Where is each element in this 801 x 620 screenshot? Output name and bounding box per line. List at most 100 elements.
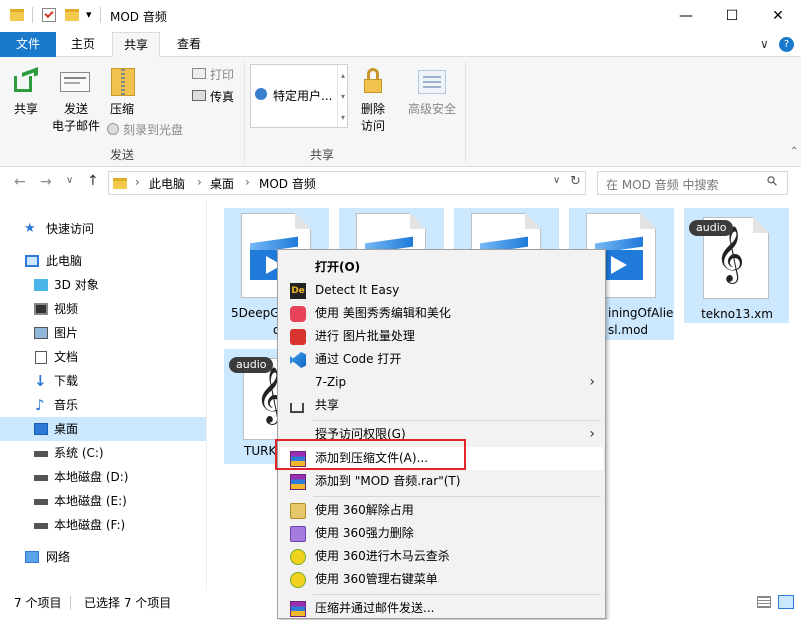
search-box[interactable]: 在 MOD 音频 中搜索 ⚲	[597, 171, 788, 195]
up-button[interactable]: ↑	[87, 173, 99, 189]
details-view-icon[interactable]	[757, 596, 771, 608]
zip-button[interactable]: 压缩	[102, 101, 142, 118]
submenu-arrow-icon: ›	[589, 374, 595, 390]
menu-item-detect-it-easy[interactable]: De Detect It Easy	[280, 279, 603, 302]
search-icon[interactable]: ⚲	[764, 173, 781, 190]
remove-access-line2[interactable]: 访问	[352, 118, 394, 135]
divider	[465, 62, 466, 162]
share-icon[interactable]	[14, 67, 42, 94]
window-title: MOD 音频	[110, 10, 167, 24]
item-count: 7 个项目	[14, 596, 62, 610]
desktop-icon	[34, 423, 48, 435]
tab-home[interactable]: 主页	[59, 32, 107, 57]
properties-icon[interactable]	[42, 8, 56, 22]
email-button-line2[interactable]: 电子邮件	[46, 118, 106, 135]
sidebar-item-desktop[interactable]: 桌面	[0, 417, 206, 441]
lock-icon[interactable]	[364, 68, 382, 94]
fax-icon[interactable]	[192, 90, 206, 101]
menu-item-open-with-code[interactable]: 通过 Code 打开	[280, 348, 603, 371]
share-icon	[290, 403, 304, 413]
sidebar-item-quick-access[interactable]: ★ 快速访问	[0, 217, 206, 241]
search-input[interactable]: 在 MOD 音频 中搜索	[606, 176, 718, 193]
network-icon	[25, 551, 39, 563]
drive-icon	[34, 451, 48, 457]
zip-icon[interactable]	[111, 68, 135, 96]
ribbon-toggle-icon[interactable]: ∨	[760, 37, 769, 51]
menu-item-compress-email[interactable]: 压缩并通过邮件发送...	[280, 597, 603, 620]
breadcrumb-desktop[interactable]: 桌面	[210, 175, 234, 192]
force-delete-icon	[290, 526, 306, 542]
sidebar-item-drive-c[interactable]: 系统 (C:)	[0, 441, 206, 465]
cube-icon	[34, 279, 48, 291]
tab-file[interactable]: 文件	[0, 32, 56, 57]
menu-item-share[interactable]: 共享	[280, 394, 603, 417]
menu-item-360-delete[interactable]: 使用 360强力删除	[280, 522, 603, 545]
breadcrumb-this-pc[interactable]: 此电脑	[149, 175, 185, 192]
sidebar-item-3d-objects[interactable]: 3D 对象	[0, 273, 206, 297]
batch-process-icon	[290, 329, 306, 345]
share-with-specific-users[interactable]: 特定用户...	[273, 87, 332, 104]
email-icon[interactable]	[60, 72, 90, 92]
sidebar-item-drive-e[interactable]: 本地磁盘 (E:)	[0, 489, 206, 513]
sidebar-item-videos[interactable]: 视频	[0, 297, 206, 321]
sidebar-item-this-pc[interactable]: 此电脑	[0, 249, 206, 273]
menu-item-360-scan[interactable]: 使用 360进行木马云查杀	[280, 545, 603, 568]
sidebar-item-network[interactable]: 网络	[0, 545, 206, 569]
folder-icon	[113, 178, 127, 189]
menu-item-360-unlock[interactable]: 使用 360解除占用	[280, 499, 603, 522]
breadcrumb-separator[interactable]: ›	[245, 175, 250, 189]
menu-item-add-to-rar[interactable]: 添加到 "MOD 音频.rar"(T)	[280, 470, 603, 493]
sidebar-item-drive-f[interactable]: 本地磁盘 (F:)	[0, 513, 206, 537]
menu-item-7zip[interactable]: 7-Zip ›	[280, 371, 603, 394]
menu-item-batch-process[interactable]: 进行 图片批量处理	[280, 325, 603, 348]
new-folder-icon[interactable]	[65, 9, 79, 21]
burn-disc-button: 刻录到光盘	[123, 123, 184, 137]
tab-share[interactable]: 共享	[112, 32, 160, 57]
close-button[interactable]: ✕	[755, 0, 801, 32]
file-name: tekno13.xm	[701, 307, 773, 321]
sidebar-item-pictures[interactable]: 图片	[0, 321, 206, 345]
sidebar-item-documents[interactable]: 文档	[0, 345, 206, 369]
share-button[interactable]: 共享	[6, 101, 46, 118]
audio-badge: audio	[689, 220, 734, 236]
sidebar-item-downloads[interactable]: ↓ 下载	[0, 369, 206, 393]
maximize-button[interactable]: ☐	[709, 0, 755, 32]
share-with-gallery[interactable]: 特定用户... ▴ ▾ ▾	[250, 64, 348, 128]
menu-item-meitu[interactable]: 使用 美图秀秀编辑和美化	[280, 302, 603, 325]
forward-button[interactable]: →	[40, 174, 52, 190]
computer-icon	[25, 255, 39, 267]
divider	[244, 62, 245, 162]
star-icon: ★	[24, 221, 36, 236]
address-bar[interactable]: › 此电脑 › 桌面 › MOD 音频 ∨ ↻	[108, 171, 586, 195]
refresh-button[interactable]: ↻	[570, 174, 581, 189]
breadcrumb-separator[interactable]: ›	[135, 175, 140, 189]
music-note-icon: ♪	[35, 396, 45, 414]
advanced-security-icon	[418, 70, 446, 94]
sidebar-item-drive-d[interactable]: 本地磁盘 (D:)	[0, 465, 206, 489]
address-dropdown-button[interactable]: ∨	[553, 175, 560, 186]
breadcrumb-separator[interactable]: ›	[197, 175, 202, 189]
ribbon-collapse-icon[interactable]: ⌃	[790, 146, 798, 157]
help-icon[interactable]: ?	[779, 37, 794, 52]
menu-separator	[313, 420, 601, 421]
file-name-line2: sl.mod	[608, 323, 649, 337]
large-icons-view-icon[interactable]	[778, 595, 794, 609]
minimize-button[interactable]: —	[663, 0, 709, 32]
tab-view[interactable]: 查看	[165, 32, 213, 57]
back-button[interactable]: ←	[14, 174, 26, 190]
unlock-file-icon	[290, 503, 306, 519]
title-bar: ▾ MOD 音频 — ☐ ✕	[0, 0, 801, 32]
menu-item-open[interactable]: 打开(O)	[280, 256, 603, 279]
fax-button[interactable]: 传真	[210, 88, 234, 105]
breadcrumb-mod-audio[interactable]: MOD 音频	[259, 175, 316, 192]
menu-separator	[313, 594, 601, 595]
file-item-tekno13[interactable]: 𝄞 audio tekno13.xm	[684, 208, 789, 323]
menu-item-360-manage[interactable]: 使用 360管理右键菜单	[280, 568, 603, 591]
email-button-line1[interactable]: 发送	[46, 101, 106, 118]
drive-icon	[34, 499, 48, 505]
sidebar-item-music[interactable]: ♪ 音乐	[0, 393, 206, 417]
recent-locations-button[interactable]: ∨	[66, 175, 73, 186]
remove-access-line1[interactable]: 删除	[352, 101, 394, 118]
submenu-arrow-icon: ›	[589, 426, 595, 442]
qat-dropdown-icon[interactable]: ▾	[86, 8, 92, 21]
